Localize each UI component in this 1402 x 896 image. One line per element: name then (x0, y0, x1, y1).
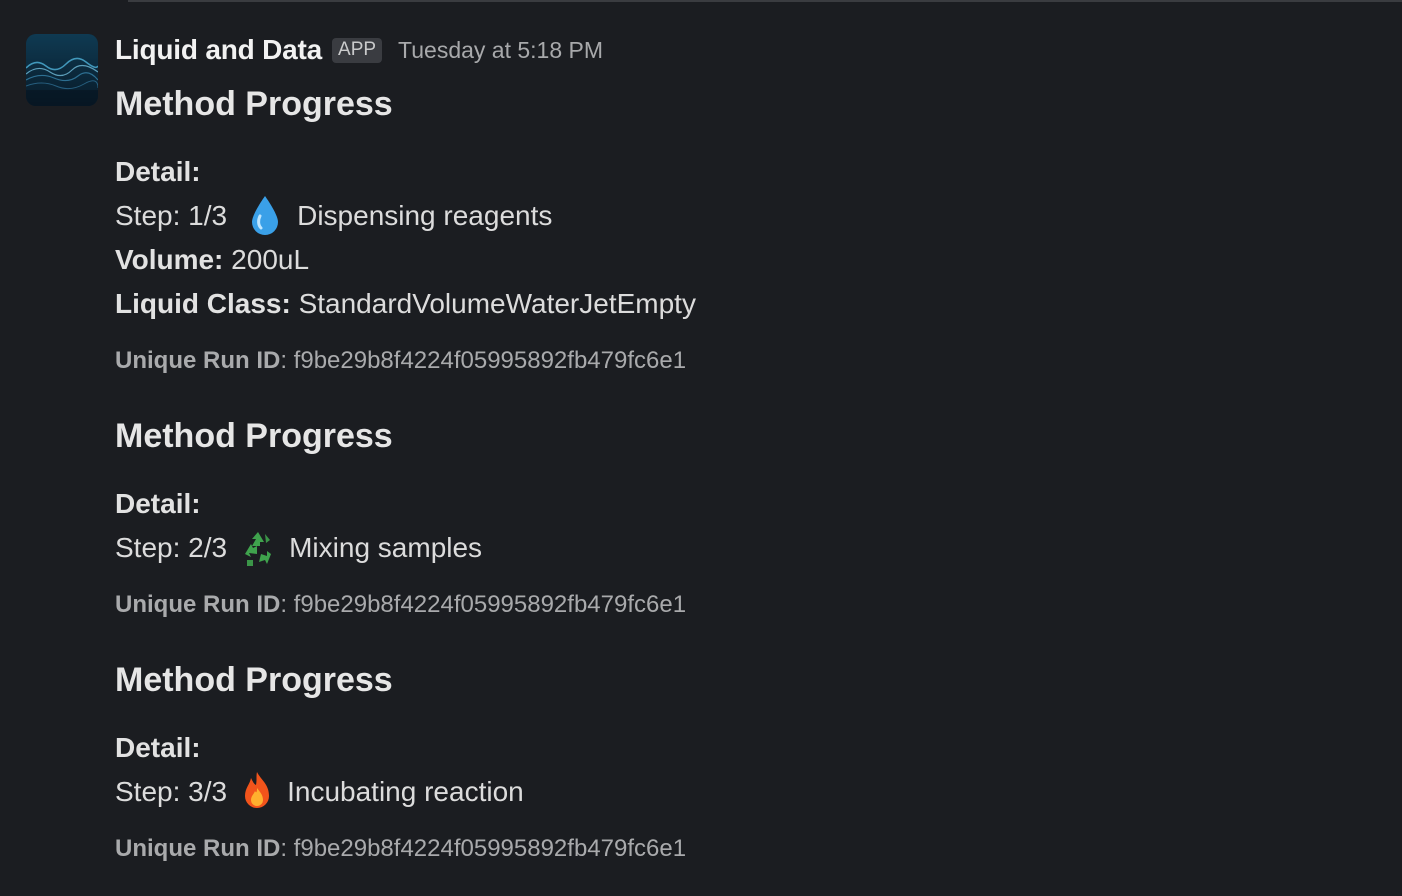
liquid-class-value: StandardVolumeWaterJetEmpty (298, 288, 696, 319)
liquid-class-line: Liquid Class: StandardVolumeWaterJetEmpt… (115, 282, 1315, 326)
detail-label: Detail: (115, 156, 201, 187)
step-line: Step: 3/3 Incubating reaction (115, 770, 1315, 814)
run-id-line: Unique Run ID: f9be29b8f4224f05995892fb4… (115, 835, 687, 862)
run-id-value: f9be29b8f4224f05995892fb479fc6e1 (293, 591, 687, 618)
top-divider (128, 0, 1402, 2)
volume-label: Volume: (115, 244, 224, 275)
step-value: 1/3 (188, 200, 228, 231)
detail-label: Detail: (115, 732, 201, 763)
droplet-icon (247, 194, 283, 238)
detail-label: Detail: (115, 488, 201, 519)
run-id-value: f9be29b8f4224f05995892fb479fc6e1 (293, 347, 687, 374)
fire-icon (239, 770, 275, 814)
run-id-line: Unique Run ID: f9be29b8f4224f05995892fb4… (115, 347, 687, 374)
block-title: Method Progress (115, 85, 393, 123)
step-value: 2/3 (188, 532, 228, 563)
detail-line: Detail: (115, 150, 1315, 194)
step-text: Dispensing reagents (297, 200, 553, 231)
volume-value: 200uL (231, 244, 310, 275)
progress-block-1: Method Progress Detail: Step: 1/3 Dispen… (115, 84, 1315, 376)
step-value: 3/3 (188, 776, 228, 807)
run-id-label: Unique Run ID (115, 591, 281, 618)
step-line: Step: 1/3 Dispensing reagents (115, 194, 1315, 238)
volume-line: Volume: 200uL (115, 238, 1315, 282)
step-text: Mixing samples (289, 532, 483, 563)
step-prefix: Step: (115, 200, 181, 231)
step-prefix: Step: (115, 776, 181, 807)
app-badge: APP (332, 37, 383, 63)
block-title: Method Progress (115, 417, 393, 455)
message-timestamp[interactable]: Tuesday at 5:18 PM (398, 37, 603, 64)
run-id-value: f9be29b8f4224f05995892fb479fc6e1 (293, 835, 687, 862)
message-content: Liquid and Data APP Tuesday at 5:18 PM M… (115, 30, 1315, 862)
step-prefix: Step: (115, 532, 181, 563)
run-id-line: Unique Run ID: f9be29b8f4224f05995892fb4… (115, 591, 687, 618)
liquid-class-label: Liquid Class: (115, 288, 291, 319)
detail-line: Detail: (115, 726, 1315, 770)
run-id-label: Unique Run ID (115, 835, 281, 862)
block-title: Method Progress (115, 661, 393, 699)
progress-block-3: Method Progress Detail: Step: 3/3 Incuba… (115, 660, 1315, 864)
progress-block-2: Method Progress Detail: Step: 2/3 Mixing… (115, 416, 1315, 620)
sender-name[interactable]: Liquid and Data (115, 34, 322, 66)
run-id-label: Unique Run ID (115, 347, 281, 374)
avatar[interactable] (26, 34, 98, 106)
recycle-icon (237, 526, 279, 570)
step-line: Step: 2/3 Mixing samples (115, 526, 1315, 570)
step-text: Incubating reaction (287, 776, 524, 807)
message-header: Liquid and Data APP Tuesday at 5:18 PM (115, 30, 1315, 70)
detail-line: Detail: (115, 482, 1315, 526)
